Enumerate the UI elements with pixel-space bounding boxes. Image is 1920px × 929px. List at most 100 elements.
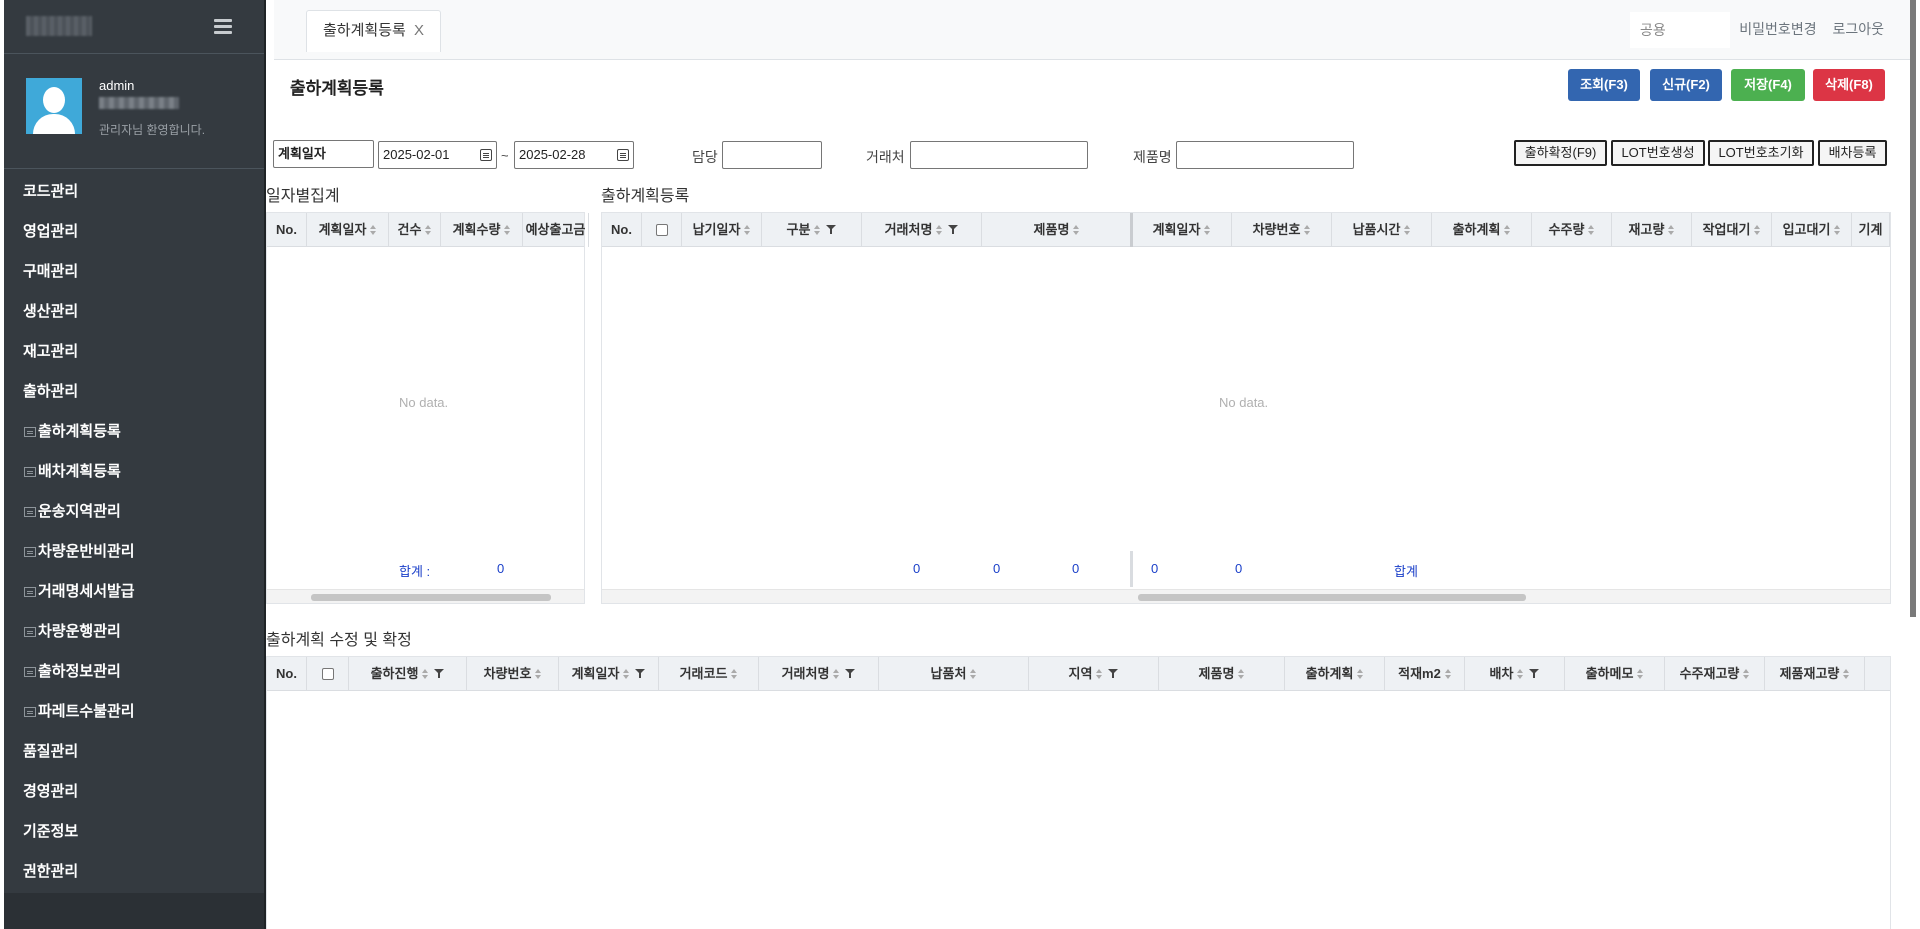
sort-icon[interactable] [422,669,429,679]
column-header[interactable]: 차량번호 [467,657,559,691]
filter-icon[interactable] [826,225,837,235]
logout-link[interactable]: 로그아웃 [1832,21,1884,37]
column-header[interactable]: 계획일자 [1132,213,1232,247]
column-header[interactable]: No. [267,213,307,247]
manager-input[interactable] [722,141,822,169]
column-header[interactable]: No. [602,213,642,247]
sidebar-item[interactable]: 생산관리 [4,292,264,332]
column-header[interactable]: 재고량 [1612,213,1692,247]
filter-icon[interactable] [845,669,856,679]
column-header[interactable]: 납품처 [879,657,1029,691]
column-header[interactable]: 수주량 [1532,213,1612,247]
tab-close-icon[interactable]: X [414,22,424,39]
column-header[interactable]: 출하메모 [1565,657,1665,691]
sort-icon[interactable] [744,225,751,235]
sidebar-item[interactable]: 파레트수불관리 [4,692,264,732]
sort-icon[interactable] [504,225,511,235]
sidebar-item[interactable]: 출하정보관리 [4,652,264,692]
menu-toggle-icon[interactable] [214,19,232,35]
column-header[interactable]: 건수 [389,213,441,247]
filter-icon[interactable] [434,669,445,679]
delete-button[interactable]: 삭제(F8) [1813,69,1885,101]
column-header[interactable]: 출하계획 [1285,657,1385,691]
column-header[interactable]: 제품재고량 [1765,657,1865,691]
sidebar-item[interactable]: 코드관리 [4,172,264,212]
column-header[interactable]: 기계 [1852,213,1890,247]
column-header[interactable]: 거래처명 [862,213,982,247]
sidebar-item[interactable]: 품질관리 [4,732,264,772]
sort-icon[interactable] [1517,669,1524,679]
column-header[interactable]: 예상출고금 [523,213,589,247]
sort-icon[interactable] [1668,225,1675,235]
sort-icon[interactable] [370,225,377,235]
filter-icon[interactable] [948,225,959,235]
sidebar-item[interactable]: 출하관리 [4,372,264,412]
column-header[interactable]: 계획일자 [307,213,389,247]
column-header[interactable]: 지역 [1029,657,1159,691]
column-header[interactable]: 납품시간 [1332,213,1432,247]
column-header[interactable]: 납기일자 [682,213,762,247]
sort-icon[interactable] [814,225,821,235]
sidebar-item[interactable]: 운송지역관리 [4,492,264,532]
sort-icon[interactable] [936,225,943,235]
column-header[interactable]: 구분 [762,213,862,247]
sidebar-item[interactable]: 배차계획등록 [4,452,264,492]
sidebar-item[interactable]: 차량운반비관리 [4,532,264,572]
sort-icon[interactable] [1304,225,1311,235]
select-all-checkbox[interactable] [655,224,668,236]
sidebar-item[interactable]: 영업관리 [4,212,264,252]
customer-input[interactable] [910,141,1088,169]
column-header[interactable]: 입고대기 [1772,213,1852,247]
sidebar-item[interactable]: 경영관리 [4,772,264,812]
sidebar-item[interactable]: 재고관리 [4,332,264,372]
column-header[interactable]: 제품명 [1159,657,1285,691]
change-password-link[interactable]: 비밀번호변경 [1739,21,1816,37]
sort-icon[interactable] [1357,669,1364,679]
filter-icon[interactable] [1529,669,1540,679]
sidebar-item[interactable]: 권한관리 [4,852,264,892]
column-header[interactable]: 배차 [1465,657,1565,691]
sort-icon[interactable] [731,669,738,679]
page-scrollbar[interactable] [1910,0,1916,617]
lot-create-button[interactable]: LOT번호생성 [1611,140,1705,166]
date-to-input[interactable]: 2025-02-28 [514,141,634,169]
calendar-icon[interactable] [617,149,629,161]
filter-icon[interactable] [1108,669,1119,679]
sidebar-item[interactable]: 거래명세서발급 [4,572,264,612]
save-button[interactable]: 저장(F4) [1731,69,1805,101]
lot-reset-button[interactable]: LOT번호초기화 [1708,140,1814,166]
sort-icon[interactable] [1843,669,1850,679]
sort-icon[interactable] [970,669,977,679]
column-header[interactable]: 작업대기 [1692,213,1772,247]
column-header[interactable]: 계획수량 [441,213,523,247]
calendar-icon[interactable] [480,149,492,161]
sort-icon[interactable] [1743,669,1750,679]
sort-icon[interactable] [833,669,840,679]
sort-icon[interactable] [1588,225,1595,235]
column-header[interactable]: 출하계획 [1432,213,1532,247]
sort-icon[interactable] [1096,669,1103,679]
column-header[interactable]: 거래코드 [659,657,759,691]
company-field[interactable]: 공용 [1630,12,1730,48]
date-type-select[interactable]: 계획일자 [273,140,374,168]
sort-icon[interactable] [1238,669,1245,679]
search-button[interactable]: 조회(F3) [1568,69,1640,101]
sort-icon[interactable] [1754,225,1761,235]
column-header[interactable]: 계획일자 [559,657,659,691]
column-header[interactable] [642,213,682,247]
confirm-shipment-button[interactable]: 출하확정(F9) [1514,140,1607,166]
plan-hscroll[interactable] [602,589,1890,603]
sort-icon[interactable] [1073,225,1080,235]
column-header[interactable] [307,657,349,691]
sort-icon[interactable] [1404,225,1411,235]
product-input[interactable] [1176,141,1354,169]
tab-shipment-plan[interactable]: 출하계획등록 X [306,10,441,52]
filter-icon[interactable] [635,669,646,679]
sort-icon[interactable] [425,225,432,235]
sidebar-item[interactable]: 기준정보 [4,812,264,852]
column-header[interactable]: 수주재고량 [1665,657,1765,691]
column-header[interactable]: 제품명 [982,213,1132,247]
sort-icon[interactable] [1504,225,1511,235]
sort-icon[interactable] [1834,225,1841,235]
sort-icon[interactable] [1204,225,1211,235]
